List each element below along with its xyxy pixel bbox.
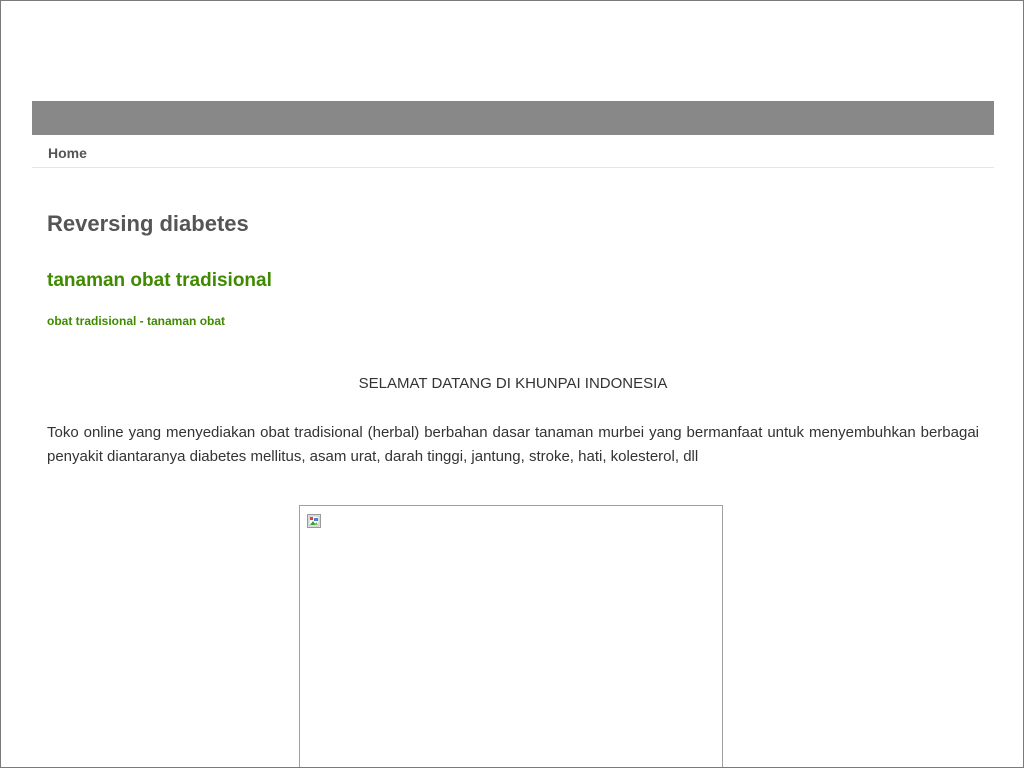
- browser-viewport: Home Reversing diabetes tanaman obat tra…: [0, 0, 1024, 768]
- nav-item-home[interactable]: Home: [48, 145, 87, 161]
- post-title-link[interactable]: tanaman obat tradisional: [47, 270, 272, 291]
- header-bar: [32, 101, 994, 135]
- welcome-heading: SELAMAT DATANG DI KHUNPAI INDONESIA: [358, 375, 668, 392]
- site-title: Reversing diabetes: [47, 211, 249, 236]
- product-image-placeholder: [299, 505, 723, 767]
- post-breadcrumb: obat tradisional - tanaman obat: [47, 314, 225, 328]
- post-title: tanaman obat tradisional: [47, 270, 272, 292]
- main-nav: Home: [32, 136, 994, 168]
- breadcrumb-link[interactable]: obat tradisional - tanaman obat: [47, 314, 225, 328]
- intro-paragraph: Toko online yang menyediakan obat tradis…: [47, 424, 979, 465]
- broken-image-icon: [307, 514, 321, 528]
